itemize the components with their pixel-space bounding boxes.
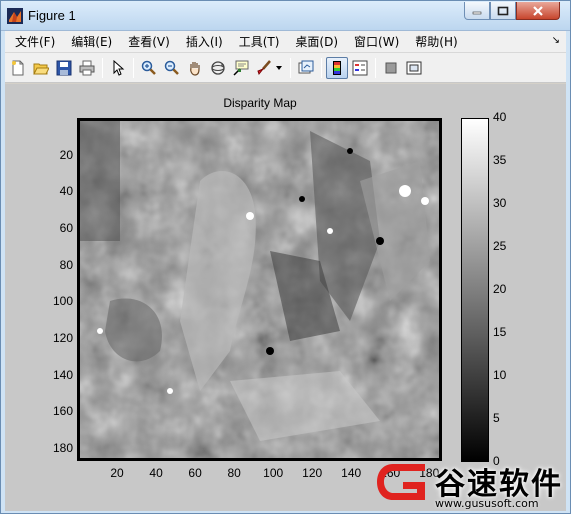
y-tick-label: 140 (52, 367, 73, 382)
link-plot-button[interactable] (295, 57, 317, 79)
plot-title: Disparity Map (223, 96, 297, 110)
x-tick-label: 20 (110, 466, 124, 480)
colorbar-tick-label: 30 (493, 196, 507, 210)
hide-plot-tools-icon (385, 62, 397, 74)
rotate-3d-button[interactable] (207, 57, 229, 79)
x-tick-label: 80 (227, 466, 241, 480)
x-tick-label: 100 (263, 466, 284, 480)
x-tick-label: 60 (188, 466, 202, 480)
brush-button[interactable] (253, 57, 275, 79)
watermark-url: www.gususoft.com (435, 497, 539, 510)
y-tick-label: 180 (52, 440, 73, 455)
toolbar-separator (102, 58, 103, 78)
menu-desktop[interactable]: 桌面(D) (289, 33, 344, 50)
brush-icon (257, 60, 271, 76)
minimize-button[interactable] (464, 2, 490, 20)
toolbar-separator (321, 58, 322, 78)
figure-toolbar (5, 53, 566, 83)
colorbar-tick-label: 20 (493, 282, 507, 296)
y-tick-label: 120 (52, 330, 73, 345)
menu-edit[interactable]: 编辑(E) (65, 33, 118, 50)
open-file-icon (33, 63, 49, 75)
zoom-in-icon (141, 60, 156, 75)
y-tick-label: 20 (59, 147, 73, 162)
zoom-out-icon (164, 60, 179, 75)
close-button[interactable] (516, 2, 560, 20)
client-area: 文件(F) 编辑(E) 查看(V) 插入(I) 工具(T) 桌面(D) 窗口(W… (5, 31, 566, 511)
save-button[interactable] (53, 57, 75, 79)
maximize-button[interactable] (490, 2, 516, 20)
data-cursor-icon (233, 60, 249, 76)
colorbar-tick-label: 35 (493, 153, 507, 167)
legend-button[interactable] (349, 57, 371, 79)
rotate-3d-icon (211, 61, 225, 75)
pan-button[interactable] (184, 57, 206, 79)
colorbar-icon (333, 61, 341, 75)
y-tick-label: 80 (59, 257, 73, 272)
print-icon (79, 60, 95, 76)
x-tick-label: 140 (341, 466, 362, 480)
dock-arrow-icon[interactable]: ↘ (552, 35, 560, 46)
title-bar[interactable]: Figure 1 (1, 1, 570, 31)
colorbar-tick-label: 5 (493, 411, 500, 425)
toolbar-separator (290, 58, 291, 78)
zoom-out-button[interactable] (161, 57, 183, 79)
colorbar[interactable] (461, 118, 489, 462)
y-tick-label: 40 (59, 184, 73, 199)
window-controls (464, 2, 560, 20)
data-cursor-button[interactable] (230, 57, 252, 79)
colorbar-tick-label: 40 (493, 110, 507, 124)
watermark-logo (377, 464, 425, 500)
figure-window: Figure 1 文件(F) 编辑(E) 查看(V) 插入(I) 工具(T) 桌… (0, 0, 571, 514)
save-icon (56, 60, 72, 76)
x-tick-label: 120 (302, 466, 323, 480)
figure-canvas[interactable]: Disparity Map 20 40 60 80 100 120 140 16… (5, 84, 566, 511)
toolbar-separator (375, 58, 376, 78)
show-plot-tools-button[interactable] (403, 57, 425, 79)
chevron-down-icon (276, 66, 282, 70)
pointer-button[interactable] (107, 57, 129, 79)
y-tick-label: 60 (59, 221, 73, 236)
matlab-icon (7, 8, 23, 24)
open-file-button[interactable] (30, 57, 52, 79)
menu-bar: 文件(F) 编辑(E) 查看(V) 插入(I) 工具(T) 桌面(D) 窗口(W… (5, 31, 566, 53)
menu-tools[interactable]: 工具(T) (233, 33, 286, 50)
show-plot-tools-icon (406, 61, 422, 75)
menu-view[interactable]: 查看(V) (122, 33, 176, 50)
maximize-icon (497, 6, 509, 15)
colorbar-tick-label: 15 (493, 325, 507, 339)
zoom-in-button[interactable] (138, 57, 160, 79)
new-figure-icon (12, 60, 24, 76)
legend-icon (352, 60, 368, 76)
menu-window[interactable]: 窗口(W) (348, 33, 405, 50)
hide-plot-tools-button[interactable] (380, 57, 402, 79)
pan-icon (190, 62, 200, 76)
colorbar-tick-label: 25 (493, 239, 507, 253)
new-figure-button[interactable] (7, 57, 29, 79)
minimize-icon (472, 11, 482, 14)
close-icon (533, 5, 543, 16)
disparity-image[interactable] (77, 118, 442, 461)
colorbar-tick-label: 10 (493, 368, 507, 382)
print-button[interactable] (76, 57, 98, 79)
menu-file[interactable]: 文件(F) (9, 33, 61, 50)
x-tick-label: 40 (149, 466, 163, 480)
menu-help[interactable]: 帮助(H) (409, 33, 463, 50)
disparity-heatmap (80, 121, 439, 458)
menu-insert[interactable]: 插入(I) (180, 33, 229, 50)
toolbar-separator (133, 58, 134, 78)
pointer-icon (113, 60, 125, 76)
y-tick-label: 100 (52, 294, 73, 309)
y-tick-label: 160 (52, 404, 73, 419)
colorbar-button[interactable] (326, 57, 348, 79)
link-plot-icon (298, 60, 314, 74)
brush-dropdown[interactable] (273, 57, 285, 79)
window-title: Figure 1 (28, 8, 76, 23)
